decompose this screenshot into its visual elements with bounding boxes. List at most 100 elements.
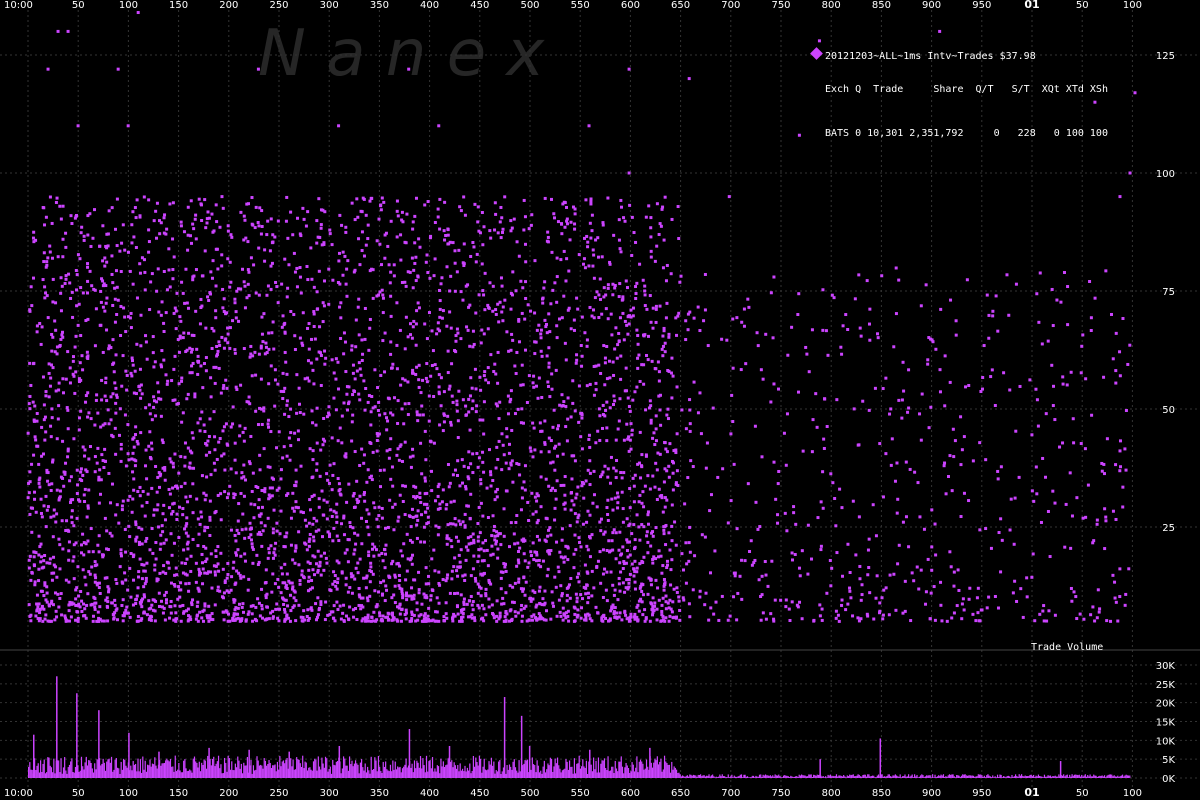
- scatter-point: [967, 383, 971, 387]
- scatter-point: [83, 500, 87, 504]
- scatter-point: [654, 304, 658, 308]
- scatter-point: [536, 396, 540, 400]
- scatter-point: [174, 566, 178, 570]
- scatter-point: [46, 67, 50, 71]
- scatter-point: [314, 602, 318, 606]
- scatter-point: [792, 511, 796, 515]
- scatter-point: [113, 286, 117, 290]
- scatter-point: [322, 242, 326, 246]
- scatter-point: [242, 494, 246, 498]
- scatter-point: [329, 508, 333, 512]
- scatter-point: [194, 561, 198, 565]
- scatter-point: [586, 245, 590, 249]
- scatter-point: [253, 503, 257, 507]
- scatter-point: [55, 575, 59, 579]
- scatter-point: [316, 596, 320, 600]
- scatter-point: [437, 601, 441, 605]
- scatter-point: [161, 611, 165, 615]
- scatter-point: [495, 445, 499, 449]
- scatter-point: [234, 316, 238, 320]
- scatter-point: [1071, 417, 1075, 421]
- scatter-point: [646, 592, 650, 596]
- scatter-point: [670, 396, 674, 400]
- scatter-point: [525, 401, 529, 405]
- scatter-point: [496, 381, 500, 385]
- scatter-point: [346, 259, 350, 263]
- scatter-point: [515, 564, 519, 568]
- scatter-point: [144, 576, 148, 580]
- scatter-point: [625, 578, 629, 582]
- scatter-point: [131, 282, 135, 286]
- scatter-point: [649, 320, 653, 324]
- scatter-point: [534, 559, 538, 563]
- scatter-point: [185, 557, 189, 561]
- scatter-point: [590, 569, 594, 573]
- scatter-point: [237, 531, 241, 535]
- scatter-point: [417, 363, 421, 367]
- scatter-point: [871, 503, 875, 507]
- scatter-point: [1031, 552, 1035, 556]
- scatter-point: [61, 377, 65, 381]
- scatter-point: [653, 259, 657, 263]
- scatter-point: [442, 615, 446, 619]
- scatter-point: [100, 378, 104, 382]
- scatter-point: [239, 491, 243, 495]
- scatter-point: [653, 443, 657, 447]
- scatter-point: [204, 453, 208, 457]
- scatter-point: [203, 525, 207, 529]
- scatter-point: [499, 236, 503, 240]
- scatter-point: [820, 618, 824, 622]
- scatter-point: [468, 303, 472, 307]
- scatter-point: [175, 484, 179, 488]
- scatter-point: [334, 357, 338, 361]
- scatter-point: [157, 219, 161, 223]
- scatter-point: [772, 382, 776, 386]
- scatter-point: [101, 259, 105, 263]
- scatter-point: [662, 528, 666, 532]
- x-tick-label-top: 750: [771, 0, 790, 11]
- scatter-point: [687, 559, 691, 563]
- scatter-point: [810, 450, 814, 454]
- scatter-point: [45, 561, 49, 565]
- scatter-point: [539, 336, 543, 340]
- scatter-point: [537, 376, 541, 380]
- scatter-point: [155, 201, 159, 205]
- scatter-point: [1075, 617, 1079, 621]
- scatter-point: [154, 209, 158, 213]
- scatter-point: [249, 352, 253, 356]
- scatter-point: [622, 471, 626, 475]
- scatter-point: [413, 261, 417, 265]
- scatter-point: [63, 282, 67, 286]
- scatter-point: [325, 472, 329, 476]
- scatter-point: [147, 444, 151, 448]
- scatter-point: [249, 434, 253, 438]
- scatter-point: [338, 487, 342, 491]
- x-tick-label-top: 550: [571, 0, 590, 11]
- scatter-point: [37, 619, 41, 623]
- scatter-point: [341, 273, 345, 277]
- scatter-point: [233, 598, 237, 602]
- scatter-point: [267, 547, 271, 551]
- scatter-point: [356, 561, 360, 565]
- scatter-point: [559, 483, 563, 487]
- scatter-point: [616, 343, 620, 347]
- scatter-point: [570, 454, 574, 458]
- scatter-point: [103, 516, 107, 520]
- scatter-point: [472, 538, 476, 542]
- scatter-point: [621, 567, 625, 571]
- scatter-point: [199, 297, 203, 301]
- scatter-point: [123, 571, 127, 575]
- scatter-point: [555, 479, 559, 483]
- scatter-point: [617, 339, 621, 343]
- scatter-point: [158, 547, 162, 551]
- scatter-point: [396, 605, 400, 609]
- scatter-point: [254, 409, 258, 413]
- scatter-point: [732, 462, 736, 466]
- scatter-point: [186, 540, 190, 544]
- scatter-point: [220, 454, 224, 458]
- scatter-point: [58, 596, 62, 600]
- scatter-point: [266, 219, 270, 223]
- scatter-point: [576, 613, 580, 617]
- scatter-point: [385, 416, 389, 420]
- scatter-point: [43, 285, 47, 289]
